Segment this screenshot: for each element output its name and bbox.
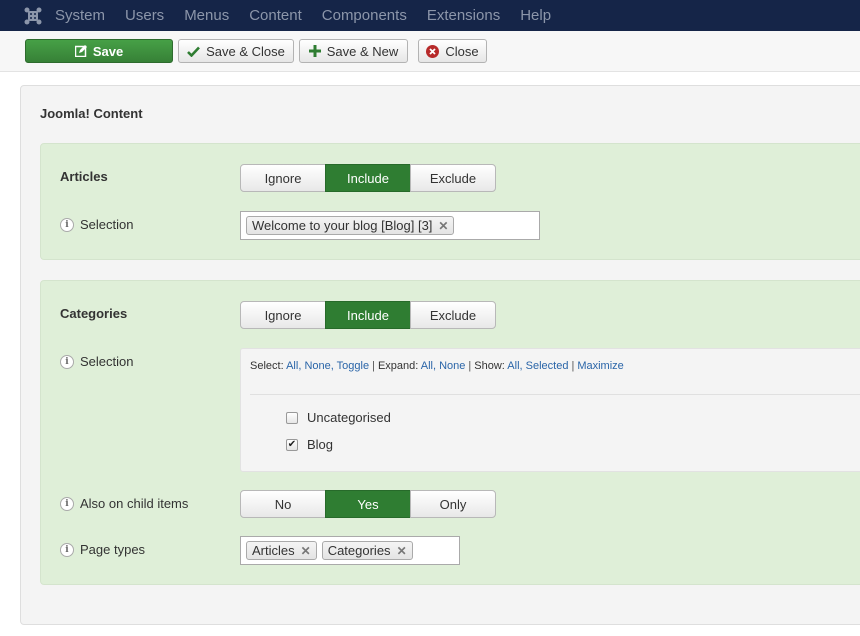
articles-selection-text: Selection — [80, 217, 134, 232]
cancel-circle-icon — [426, 44, 440, 58]
select-toggle-link[interactable]: Toggle — [337, 360, 369, 372]
plus-icon — [308, 45, 321, 57]
tree-toolbar: Select: All, None, Toggle | Expand: All, N… — [250, 360, 624, 372]
save-new-label: Save & New — [326, 43, 399, 59]
articles-selection-input[interactable]: Welcome to your blog [Blog] [3] ✕ — [240, 211, 540, 240]
separator: | — [468, 360, 472, 372]
nav-system[interactable]: System — [55, 7, 105, 24]
toolbar: Save Save & Close Save & New Close — [0, 31, 860, 72]
check-icon — [187, 46, 201, 57]
nav-help[interactable]: Help — [520, 7, 551, 24]
articles-group: Articles Ignore Include Exclude i Select… — [40, 143, 860, 260]
categories-mode-toggle: Ignore Include Exclude — [240, 301, 496, 329]
info-icon[interactable]: i — [60, 217, 74, 232]
page-types-text: Page types — [80, 542, 146, 557]
tree-item-label: Blog — [307, 437, 334, 452]
articles-selection-label: i Selection — [60, 217, 133, 232]
category-tree: Select: All, None, Toggle | Expand: All, N… — [240, 348, 860, 472]
nav-content[interactable]: Content — [249, 7, 302, 24]
child-items-only-button[interactable]: Only — [410, 490, 496, 518]
remove-chip-icon[interactable]: ✕ — [397, 544, 407, 558]
page-types-label: i Page types — [60, 542, 145, 557]
chip-label: Categories — [327, 543, 391, 558]
page-type-chip: Categories ✕ — [321, 541, 413, 560]
remove-chip-icon[interactable]: ✕ — [438, 219, 448, 233]
articles-mode-toggle: Ignore Include Exclude — [240, 164, 496, 192]
categories-ignore-button[interactable]: Ignore — [240, 301, 326, 329]
content-panel: Joomla! Content Articles Ignore Include … — [20, 85, 860, 625]
info-icon[interactable]: i — [60, 354, 74, 369]
info-icon[interactable]: i — [60, 496, 74, 511]
child-items-yes-button[interactable]: Yes — [325, 490, 411, 518]
save-new-button[interactable]: Save & New — [299, 39, 408, 63]
nav-extensions[interactable]: Extensions — [427, 7, 500, 24]
categories-selection-text: Selection — [80, 354, 134, 369]
categories-include-button[interactable]: Include — [325, 301, 411, 329]
close-button[interactable]: Close — [418, 39, 487, 63]
tree-item-uncategorised[interactable]: Uncategorised — [286, 410, 391, 425]
articles-title: Articles — [60, 169, 108, 184]
page-type-chip: Articles ✕ — [246, 541, 317, 560]
select-none-link[interactable]: None, — [304, 360, 333, 372]
child-items-no-button[interactable]: No — [240, 490, 326, 518]
tree-divider — [250, 394, 860, 395]
chip-label: Articles — [252, 543, 295, 558]
articles-include-button[interactable]: Include — [325, 164, 411, 192]
nav-users[interactable]: Users — [125, 7, 164, 24]
separator: | — [571, 360, 575, 372]
checkbox-checked[interactable]: ✔ — [286, 438, 298, 451]
select-all-link[interactable]: All, — [286, 360, 301, 372]
articles-ignore-button[interactable]: Ignore — [240, 164, 326, 192]
selection-chip: Welcome to your blog [Blog] [3] ✕ — [246, 216, 455, 235]
nav-menus[interactable]: Menus — [184, 7, 229, 24]
articles-exclude-button[interactable]: Exclude — [410, 164, 496, 192]
show-label: Show: — [474, 360, 505, 372]
categories-selection-label: i Selection — [60, 354, 133, 369]
page-types-input[interactable]: Articles ✕ Categories ✕ — [240, 536, 460, 565]
tree-item-blog[interactable]: ✔ Blog — [286, 437, 333, 452]
show-selected-link[interactable]: Selected — [526, 360, 569, 372]
expand-all-link[interactable]: All, — [421, 360, 436, 372]
close-label: Close — [445, 43, 479, 59]
save-close-button[interactable]: Save & Close — [178, 39, 294, 63]
remove-chip-icon[interactable]: ✕ — [301, 544, 311, 558]
child-items-label: i Also on child items — [60, 496, 188, 511]
expand-label: Expand: — [377, 360, 419, 372]
joomla-logo-icon[interactable] — [23, 6, 43, 26]
section-title: Joomla! Content — [40, 106, 143, 121]
chip-label: Welcome to your blog [Blog] [3] — [252, 218, 433, 233]
separator: | — [372, 360, 375, 372]
save-label: Save — [92, 43, 124, 59]
maximize-link[interactable]: Maximize — [577, 360, 623, 372]
categories-group: Categories Ignore Include Exclude i Sele… — [40, 280, 860, 585]
tree-item-label: Uncategorised — [307, 410, 391, 425]
categories-exclude-button[interactable]: Exclude — [410, 301, 496, 329]
save-button[interactable]: Save — [25, 39, 173, 63]
edit-icon — [74, 45, 87, 57]
save-close-label: Save & Close — [206, 43, 285, 59]
checkbox-unchecked[interactable] — [286, 411, 298, 424]
top-navbar: System Users Menus Content Components Ex… — [0, 0, 860, 31]
child-items-toggle: No Yes Only — [240, 490, 496, 518]
child-items-text: Also on child items — [80, 496, 189, 511]
nav-components[interactable]: Components — [322, 7, 407, 24]
show-all-link[interactable]: All, — [507, 360, 522, 372]
expand-none-link[interactable]: None — [439, 360, 465, 372]
categories-title: Categories — [60, 306, 128, 321]
info-icon[interactable]: i — [60, 542, 74, 557]
select-label: Select: — [250, 360, 284, 372]
